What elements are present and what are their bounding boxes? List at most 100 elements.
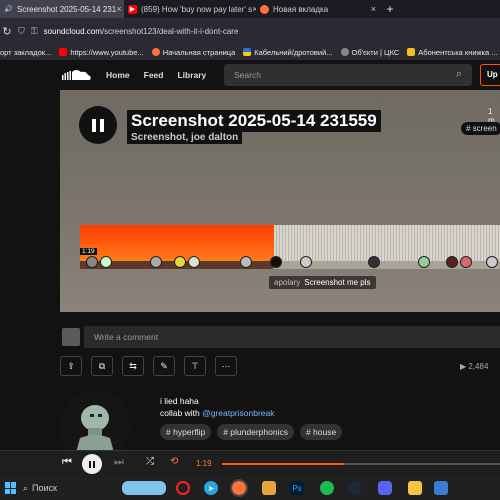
soundcloud-header: Home Feed Library Search ⌕ Up (0, 60, 500, 90)
tab-youtube[interactable]: ▶ (859) How 'buy now pay later' s × (124, 0, 256, 18)
app-icon[interactable] (434, 481, 448, 495)
track-tag[interactable]: # screen (461, 122, 500, 135)
tag-house[interactable]: # house (299, 424, 343, 440)
copy-icon: ⧉ (98, 360, 106, 371)
nav-home[interactable]: Home (106, 70, 130, 80)
tab-new[interactable]: Новая вкладка × (256, 0, 380, 18)
taskbar-search[interactable]: ⌕ Поиск (23, 483, 57, 494)
youtube-icon: ▶ (128, 4, 137, 14)
tab-soundcloud[interactable]: 🔊 Screenshot 2025-05-14 231 × (0, 0, 124, 18)
nav-feed[interactable]: Feed (144, 70, 164, 80)
widget-icon[interactable] (122, 481, 166, 495)
repeat-icon[interactable]: ⟲ (170, 456, 178, 467)
waveform-time: 1:19 (80, 248, 97, 255)
more-icon: ⋯ (221, 360, 231, 371)
search-input[interactable]: Search ⌕ (224, 64, 472, 86)
waveform-base (80, 261, 500, 269)
comment-avatar[interactable] (368, 256, 380, 268)
new-tab-button[interactable]: + (380, 2, 400, 16)
comment-avatar[interactable] (270, 256, 282, 268)
repost-button[interactable]: ⇆ (122, 356, 144, 376)
comment-avatar[interactable] (446, 256, 458, 268)
pause-icon (92, 118, 96, 132)
copy-link-button[interactable]: ⧉ (91, 356, 113, 376)
steam-icon[interactable] (348, 481, 362, 495)
comment-avatar[interactable] (418, 256, 430, 268)
pause-button[interactable] (82, 454, 102, 474)
comment-text: Screenshot me pls (304, 278, 371, 287)
bookmark-item[interactable]: Кабельний/дротовий... (243, 48, 333, 57)
comment-avatar[interactable] (100, 256, 112, 268)
globe-icon (340, 48, 349, 56)
bookmark-item[interactable]: орт закладок... (0, 48, 51, 57)
comment-avatar[interactable] (86, 256, 98, 268)
tag-hyperflip[interactable]: # hyperflip (160, 424, 212, 440)
spotify-icon[interactable] (320, 481, 334, 495)
youtube-icon (59, 48, 68, 56)
comment-user: apolary (274, 278, 301, 287)
close-icon[interactable]: × (116, 4, 121, 14)
book-icon (407, 48, 416, 56)
comment-input[interactable]: Write a comment (84, 326, 500, 348)
edit-button[interactable]: ✎ (153, 356, 175, 376)
speaker-icon: 🔊 (4, 6, 13, 13)
bookmarks-bar: орт закладок... https://www.youtube... Н… (0, 44, 500, 60)
previous-icon[interactable]: ⏮ (62, 456, 72, 469)
comment-avatar[interactable] (174, 256, 186, 268)
search-icon[interactable]: ⌕ (456, 68, 462, 81)
comment-avatar[interactable] (300, 256, 312, 268)
photoshop-icon[interactable]: Ps (290, 481, 304, 495)
share-button[interactable]: ⇪ (60, 356, 82, 376)
comment-avatar[interactable] (188, 256, 200, 268)
firefox-icon[interactable] (230, 479, 248, 497)
bookmark-item[interactable]: Об'єкти | ЦКС (340, 48, 399, 57)
user-avatar (62, 328, 80, 346)
next-icon[interactable]: ⏭ (114, 456, 124, 469)
tab-label: Screenshot 2025-05-14 231 (17, 4, 117, 14)
bookmark-item[interactable]: https://www.youtube... (59, 48, 144, 57)
browser-tab-strip: 🔊 Screenshot 2025-05-14 231 × ▶ (859) Ho… (0, 0, 500, 18)
soundcloud-logo-icon[interactable] (62, 69, 92, 81)
bookmark-item[interactable]: Начальная страница (151, 48, 235, 57)
reload-icon[interactable]: ↻ (0, 25, 14, 38)
discord-icon[interactable] (378, 481, 392, 495)
bookmark-item[interactable]: Абонентська книжка ... (407, 48, 498, 57)
mention-link[interactable]: @greatprisonbreak (202, 408, 274, 418)
description-line-1: i lied haha (160, 396, 199, 406)
nav-library[interactable]: Library (177, 70, 206, 80)
comment-avatar[interactable] (486, 256, 498, 268)
track-actions: ⇪ ⧉ ⇆ ✎ ⊤ ⋯ (60, 356, 246, 378)
search-icon: ⌕ (23, 482, 29, 493)
firefox-icon (260, 4, 269, 14)
track-artist[interactable]: Screenshot, joe dalton (127, 131, 243, 144)
comment-avatar[interactable] (240, 256, 252, 268)
comment-avatar[interactable] (460, 256, 472, 268)
tag-plunderphonics[interactable]: # plunderphonics (217, 424, 294, 440)
shuffle-icon[interactable]: ⤮ (146, 456, 154, 467)
windows-start-icon[interactable] (5, 482, 17, 494)
track-hero: Screenshot 2025-05-14 231559 Screenshot,… (60, 90, 500, 312)
more-button[interactable]: ⋯ (215, 356, 237, 376)
upload-button[interactable]: Up (480, 64, 500, 86)
firefox-icon (151, 48, 160, 56)
repost-icon: ⇆ (129, 360, 137, 371)
windows-taskbar: ⌕ Поиск (0, 476, 500, 500)
waveform-comment[interactable]: apolary Screenshot me pls (269, 276, 376, 289)
comment-avatar[interactable] (150, 256, 162, 268)
track-title: Screenshot 2025-05-14 231559 (127, 110, 381, 132)
telegram-icon[interactable]: ➤ (204, 481, 218, 495)
progress-fill (222, 463, 344, 465)
tab-label: Новая вкладка (273, 4, 329, 14)
flag-icon (243, 48, 252, 56)
comment-row: Write a comment (60, 326, 500, 348)
file-explorer-icon[interactable] (408, 481, 422, 495)
pencil-icon: ✎ (160, 360, 168, 371)
opera-icon[interactable] (176, 481, 190, 495)
add-to-next-up-button[interactable]: ⊤ (184, 356, 206, 376)
pause-button[interactable] (79, 106, 117, 144)
shield-icon: ⛉ (18, 25, 25, 36)
shield-app-icon[interactable] (262, 481, 276, 495)
queue-icon: ⊤ (191, 360, 199, 371)
url-input[interactable]: ⛉ ⚿ soundcloud.com /screenshot123/deal-w… (18, 21, 500, 41)
close-icon[interactable]: × (371, 4, 376, 14)
